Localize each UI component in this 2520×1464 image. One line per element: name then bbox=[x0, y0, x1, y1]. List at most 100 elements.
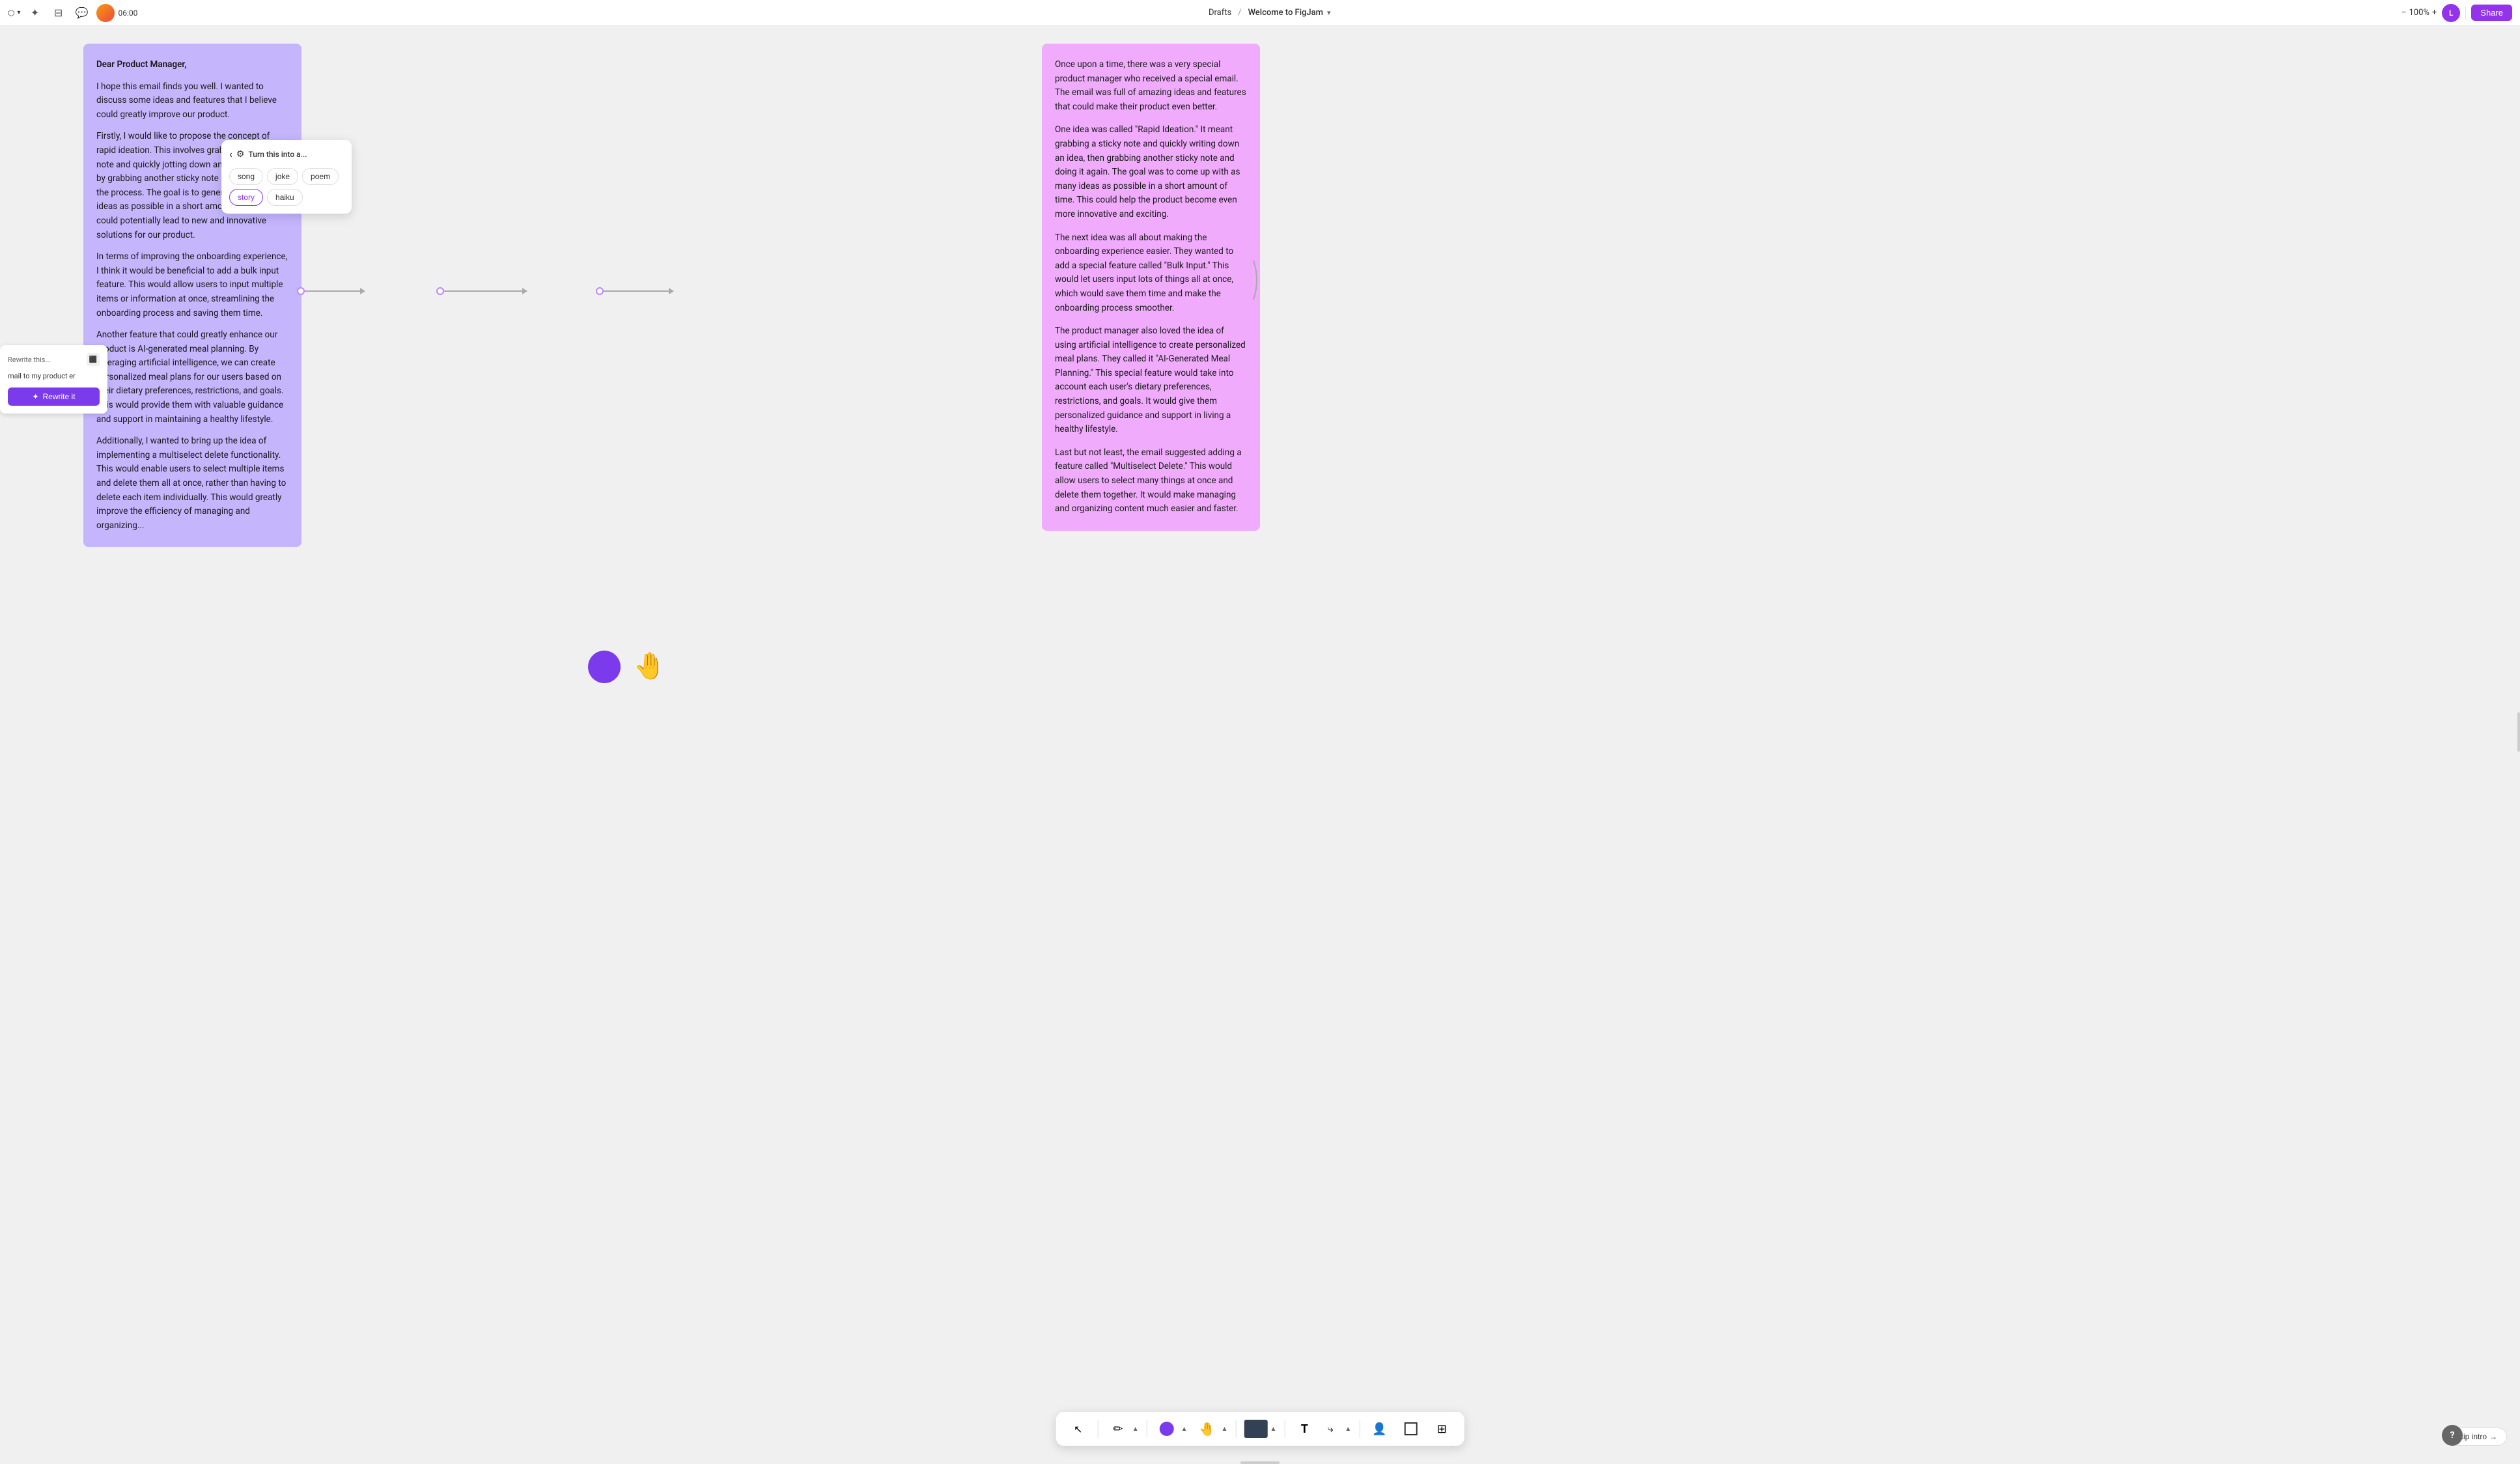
purple-circle-preview bbox=[1160, 1422, 1174, 1436]
right-note-para2: One idea was called "Rapid Ideation." It… bbox=[1055, 123, 1247, 221]
canvas-content: Dear Product Manager, I hope this email … bbox=[0, 26, 1260, 732]
screen-expand-icon[interactable]: ▲ bbox=[1270, 1426, 1276, 1433]
rewrite-icon: ⬛ bbox=[87, 353, 100, 366]
title-dropdown-caret[interactable]: ▾ bbox=[1327, 8, 1331, 17]
cursor-tool[interactable]: ↖ bbox=[1067, 1417, 1090, 1441]
canvas: Dear Product Manager, I hope this email … bbox=[0, 26, 1260, 732]
connector-dot-middle bbox=[436, 287, 444, 295]
pen-tool[interactable]: ✏ bbox=[1106, 1417, 1130, 1441]
text-section: T ⤷ ▲ bbox=[1293, 1417, 1351, 1441]
toolbar-divider-4 bbox=[1284, 1420, 1285, 1438]
rewrite-panel: Rewrite this... ⬛ mail to my product er … bbox=[0, 345, 107, 414]
breadcrumb-drafts[interactable]: Drafts bbox=[1209, 8, 1231, 18]
hand-expand-icon[interactable]: ▲ bbox=[1222, 1426, 1228, 1433]
turn-into-back-icon[interactable]: ‹ bbox=[229, 148, 232, 160]
text-expand-icon[interactable]: ▲ bbox=[1345, 1426, 1351, 1433]
screen-section: ▲ bbox=[1244, 1417, 1276, 1441]
toolbar-divider-1 bbox=[1098, 1420, 1099, 1438]
help-button[interactable]: ? bbox=[2442, 1425, 2463, 1446]
zoom-control[interactable]: − 100% + bbox=[2401, 8, 2437, 18]
topbar-divider bbox=[2465, 7, 2466, 20]
text-icon: T bbox=[1301, 1422, 1308, 1436]
left-note-para3: In terms of improving the onboarding exp… bbox=[96, 250, 288, 320]
right-note-para4: The product manager also loved the idea … bbox=[1055, 324, 1247, 437]
rewrite-icon-symbol: ⬛ bbox=[89, 356, 97, 363]
toolbar-divider-5 bbox=[1359, 1420, 1360, 1438]
bottom-toolbar: ↖ ✏ ▲ ▲ 🤚 ▲ ▲ T ⤷ ▲ bbox=[1056, 1412, 1464, 1446]
option-story[interactable]: story bbox=[229, 189, 263, 206]
rewrite-btn-label: Rewrite it bbox=[43, 392, 76, 401]
arrow-line-2 bbox=[444, 290, 522, 292]
hand-icon: 🤚 bbox=[634, 651, 666, 681]
rewrite-button[interactable]: ✦ Rewrite it bbox=[8, 387, 100, 406]
frame-tool[interactable] bbox=[1399, 1417, 1422, 1441]
hand-sticker-tool[interactable]: 🤚 bbox=[1196, 1417, 1219, 1441]
left-note-card: Dear Product Manager, I hope this email … bbox=[83, 44, 301, 547]
hand-section: 🤚 ▲ bbox=[1196, 1417, 1228, 1441]
breadcrumb-separator: / bbox=[1238, 8, 1241, 18]
chat-icon[interactable]: 💬 bbox=[73, 4, 91, 22]
share-button[interactable]: Share bbox=[2471, 5, 2512, 21]
screen-preview-icon bbox=[1244, 1420, 1267, 1438]
connector-dot-left bbox=[297, 287, 305, 295]
zoom-level: 100% bbox=[2409, 8, 2429, 18]
turn-into-options: song joke poem story haiku bbox=[229, 168, 344, 206]
connector-icon: ⤷ bbox=[1328, 1422, 1334, 1435]
time-display: 06:00 bbox=[119, 8, 138, 18]
turn-into-header: ‹ ⚙ Turn this into a... bbox=[229, 148, 344, 160]
arrow-head-3 bbox=[669, 288, 674, 294]
figma-logo: ⬡ bbox=[8, 8, 14, 18]
left-note-para4: Another feature that could greatly enhan… bbox=[96, 328, 288, 427]
arrow-line-3 bbox=[604, 290, 669, 292]
scroll-hint-bottom[interactable] bbox=[1240, 1461, 1280, 1464]
turn-into-popup: ‹ ⚙ Turn this into a... song joke poem s… bbox=[221, 140, 352, 214]
zoom-plus-icon[interactable]: + bbox=[2432, 8, 2437, 18]
pen-expand-icon[interactable]: ▲ bbox=[1132, 1426, 1139, 1433]
scroll-hint-right[interactable] bbox=[2517, 712, 2520, 752]
text-tool[interactable]: T bbox=[1293, 1417, 1316, 1441]
greeting-text: Dear Product Manager, bbox=[96, 58, 288, 72]
ai-sparkle-icon[interactable]: ✦ bbox=[26, 4, 44, 22]
zoom-minus-icon[interactable]: − bbox=[2401, 8, 2406, 18]
user-avatar-button[interactable]: L bbox=[2442, 4, 2460, 22]
canvas-stickers-area: 🤚 bbox=[588, 651, 673, 683]
topbar-left: ⬡ ▾ ✦ ⊟ 💬 06:00 bbox=[8, 4, 137, 22]
connector-dot-right bbox=[596, 287, 604, 295]
option-song[interactable]: song bbox=[229, 168, 263, 185]
hand-sticker: 🤚 bbox=[634, 651, 673, 683]
topbar-right: − 100% + L Share bbox=[2401, 4, 2512, 22]
breadcrumb-current: Welcome to FigJam bbox=[1248, 8, 1323, 18]
connector-tool[interactable]: ⤷ bbox=[1319, 1417, 1342, 1441]
person-tool[interactable]: 👤 bbox=[1367, 1417, 1391, 1441]
layout-icon[interactable]: ⊟ bbox=[49, 4, 68, 22]
topbar: ⬡ ▾ ✦ ⊟ 💬 06:00 Drafts / Welcome to FigJ… bbox=[0, 0, 2520, 26]
right-note-card: Once upon a time, there was a very speci… bbox=[1042, 44, 1260, 531]
option-haiku[interactable]: haiku bbox=[267, 189, 303, 206]
option-joke[interactable]: joke bbox=[267, 168, 298, 185]
person-icon: 👤 bbox=[1372, 1422, 1386, 1436]
turn-into-title: ‹ ⚙ Turn this into a... bbox=[229, 148, 307, 160]
breadcrumb: Drafts / Welcome to FigJam ▾ bbox=[1209, 8, 1331, 18]
menu-caret: ▾ bbox=[17, 9, 20, 16]
right-note-para3: The next idea was all about making the o… bbox=[1055, 231, 1247, 316]
skip-intro-arrow: → bbox=[2489, 1432, 2497, 1441]
rewrite-text: mail to my product er bbox=[8, 371, 100, 381]
pen-section: ✏ ▲ bbox=[1106, 1417, 1139, 1441]
shape-section: ▲ bbox=[1155, 1417, 1188, 1441]
right-note-para5: Last but not least, the email suggested … bbox=[1055, 446, 1247, 516]
hand-sticker-icon: 🤚 bbox=[1199, 1421, 1215, 1437]
rewrite-btn-icon: ✦ bbox=[32, 392, 38, 401]
screen-preview-tool[interactable] bbox=[1244, 1417, 1267, 1441]
purple-circle-sticker[interactable] bbox=[588, 651, 621, 683]
right-note-para1: Once upon a time, there was a very speci… bbox=[1055, 58, 1247, 114]
shape-expand-icon[interactable]: ▲ bbox=[1181, 1426, 1188, 1433]
cursor-icon: ↖ bbox=[1074, 1423, 1082, 1435]
grid-tool[interactable]: ⊞ bbox=[1430, 1417, 1453, 1441]
user-avatar bbox=[96, 4, 115, 22]
pen-icon: ✏ bbox=[1113, 1422, 1123, 1436]
left-note-para1: I hope this email finds you well. I want… bbox=[96, 80, 288, 122]
grid-icon: ⊞ bbox=[1437, 1422, 1447, 1436]
main-menu-button[interactable]: ⬡ ▾ bbox=[8, 8, 21, 18]
shape-circle-preview[interactable] bbox=[1155, 1417, 1179, 1441]
option-poem[interactable]: poem bbox=[302, 168, 339, 185]
